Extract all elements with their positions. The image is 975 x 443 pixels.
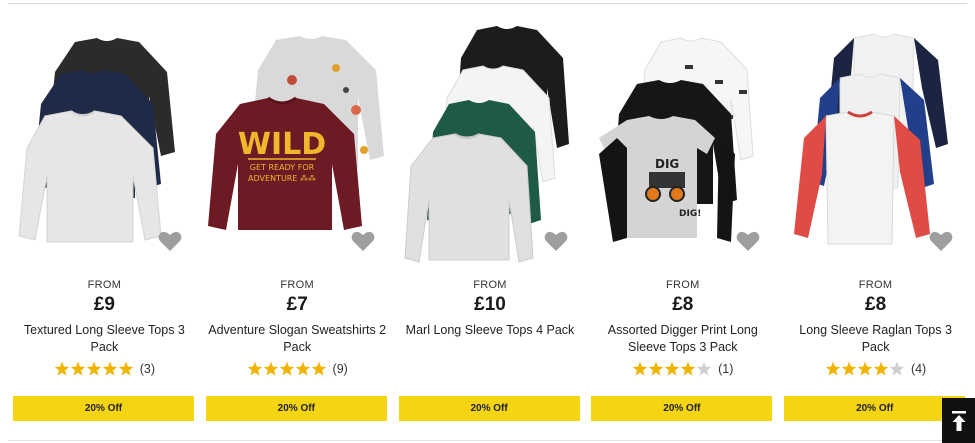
star-filled-icon (648, 361, 664, 376)
wishlist-heart-icon[interactable] (736, 230, 760, 252)
from-label: FROM (473, 279, 507, 291)
star-filled-icon (247, 361, 262, 376)
wishlist-heart-icon[interactable] (351, 230, 375, 252)
product-rating: (9) (201, 361, 394, 376)
product-image[interactable] (784, 20, 967, 275)
from-label: FROM (858, 279, 893, 291)
graphic-text-dig: DIG (655, 157, 679, 171)
product-image[interactable] (13, 20, 196, 275)
product-rating: (3) (8, 361, 201, 376)
from-label: FROM (87, 279, 122, 291)
star-filled-icon (680, 361, 696, 376)
product-card[interactable]: FROM £9 Textured Long Sleeve Tops 3 Pack… (8, 20, 201, 422)
divider-bottom (8, 440, 967, 441)
star-filled-icon (86, 361, 101, 376)
back-to-top-button[interactable] (942, 398, 975, 443)
star-empty-icon (889, 361, 905, 376)
star-filled-icon (295, 361, 310, 376)
from-label: FROM (280, 279, 314, 291)
offer-badge-button[interactable]: 20% Off (591, 396, 773, 421)
product-price: £7 (286, 294, 308, 315)
star-empty-icon (696, 361, 712, 376)
star-filled-icon (632, 361, 648, 376)
wishlist-heart-icon[interactable] (929, 230, 953, 252)
star-filled-icon (263, 361, 278, 376)
product-card[interactable]: WILD GET READY FOR ADVENTURE ⁂⁂ FROM £7 … (201, 20, 394, 422)
product-image[interactable] (399, 20, 582, 275)
product-card[interactable]: DIG DIG! FROM £8 Assorted Digger Print L… (586, 20, 779, 422)
offer-badge-button[interactable]: 20% Off (784, 396, 966, 421)
star-filled-icon (311, 361, 326, 376)
star-filled-icon (825, 361, 841, 376)
review-count: (4) (910, 361, 927, 376)
review-count: (3) (139, 361, 156, 376)
offer-badge-button[interactable]: 20% Off (398, 396, 580, 421)
graphic-text-dig2: DIG! (679, 209, 701, 219)
product-price: £10 (474, 294, 506, 315)
graphic-text-line2: GET READY FOR (250, 163, 315, 172)
star-filled-icon (841, 361, 857, 376)
product-title-link[interactable]: Adventure Slogan Sweatshirts 2 Pack (207, 322, 388, 356)
divider-top (8, 3, 967, 4)
star-filled-icon (102, 361, 117, 376)
rating-stars (247, 361, 327, 376)
product-title-link[interactable]: Marl Long Sleeve Tops 4 Pack (400, 322, 581, 339)
star-filled-icon (873, 361, 889, 376)
product-card[interactable]: FROM £8 Long Sleeve Raglan Tops 3 Pack (… (779, 20, 972, 422)
review-count: (1) (718, 361, 734, 376)
product-title-link[interactable]: Textured Long Sleeve Tops 3 Pack (14, 322, 195, 356)
product-title-link[interactable]: Long Sleeve Raglan Tops 3 Pack (785, 322, 966, 356)
star-filled-icon (664, 361, 680, 376)
product-image[interactable]: WILD GET READY FOR ADVENTURE ⁂⁂ (206, 20, 389, 275)
star-filled-icon (118, 361, 133, 376)
star-filled-icon (857, 361, 873, 376)
star-filled-icon (54, 361, 69, 376)
product-rating: (1) (586, 361, 779, 376)
product-grid: FROM £9 Textured Long Sleeve Tops 3 Pack… (8, 20, 972, 422)
rating-stars (54, 361, 134, 376)
rating-stars (825, 361, 905, 376)
product-image[interactable]: DIG DIG! (591, 20, 774, 275)
product-title-link[interactable]: Assorted Digger Print Long Sleeve Tops 3… (592, 322, 773, 356)
graphic-text-wild: WILD (238, 127, 326, 162)
star-filled-icon (279, 361, 294, 376)
rating-stars (632, 361, 712, 376)
arrow-up-to-line-icon (951, 410, 966, 431)
product-price: £8 (672, 294, 694, 315)
product-card[interactable]: FROM £10 Marl Long Sleeve Tops 4 Pack 20… (394, 20, 587, 422)
product-rating: (4) (779, 361, 972, 376)
wishlist-heart-icon[interactable] (544, 230, 568, 252)
product-price: £9 (93, 294, 115, 315)
graphic-text-line3: ADVENTURE ⁂⁂ (248, 173, 316, 183)
wishlist-heart-icon[interactable] (158, 230, 182, 252)
offer-badge-button[interactable]: 20% Off (205, 396, 387, 421)
from-label: FROM (665, 279, 700, 291)
review-count: (9) (332, 361, 348, 376)
star-filled-icon (70, 361, 85, 376)
offer-badge-button[interactable]: 20% Off (13, 396, 194, 421)
product-price: £8 (865, 294, 887, 315)
